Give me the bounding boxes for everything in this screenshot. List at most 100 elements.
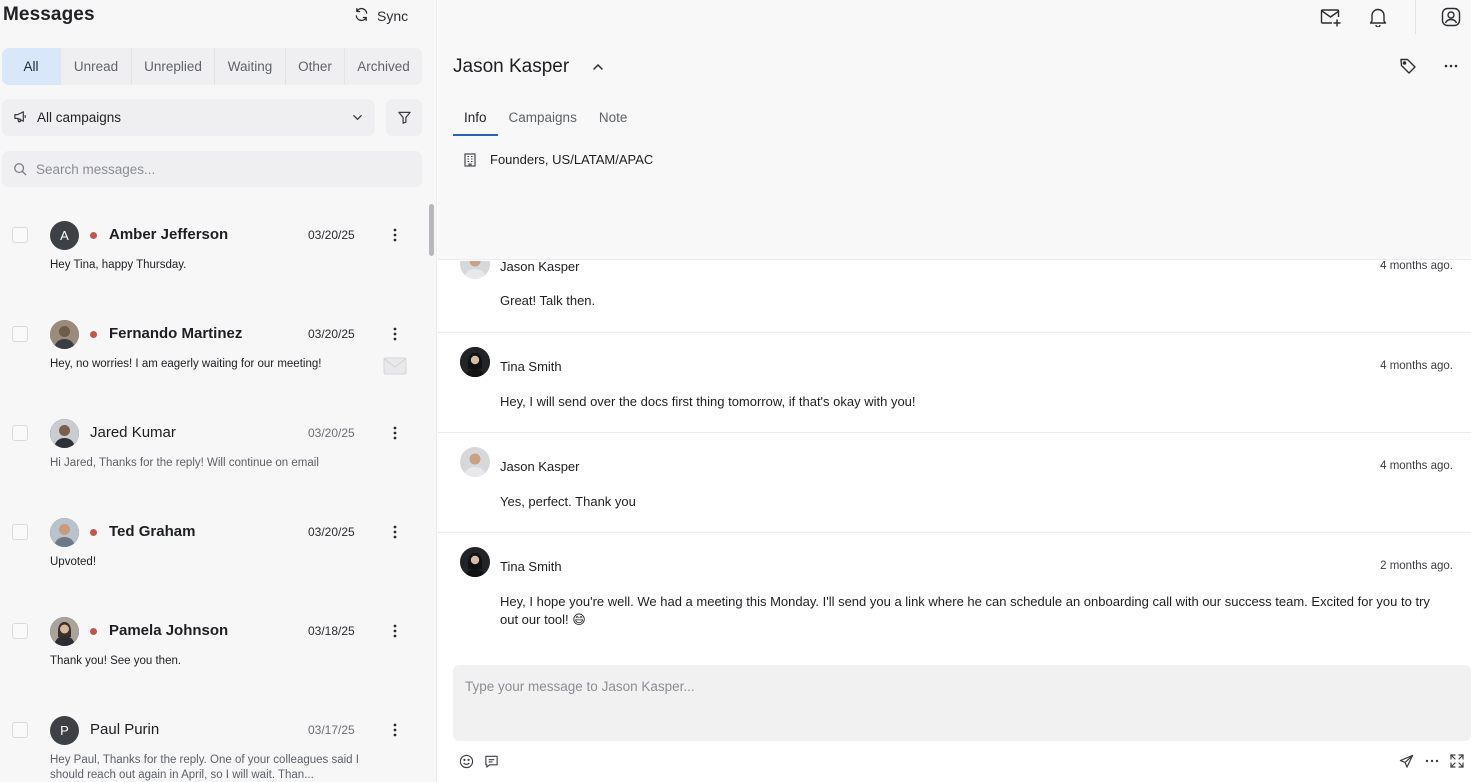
- message: Tina Smith 2 months ago. Hey, I hope you…: [438, 533, 1471, 650]
- sync-button[interactable]: Sync: [354, 7, 408, 25]
- tab-campaigns[interactable]: Campaigns: [498, 108, 588, 136]
- top-bar: [438, 0, 1471, 36]
- avatar: [50, 617, 79, 646]
- person-photo-icon: [50, 419, 79, 448]
- contact-name: Jared Kumar: [90, 424, 176, 441]
- person-photo-icon: [460, 447, 490, 477]
- message-snippet: Upvoted!: [50, 556, 97, 568]
- conversation-item[interactable]: Jared Kumar 03/20/25 Hi Jared, Thanks fo…: [0, 398, 428, 497]
- message-composer: [453, 665, 1471, 741]
- chevron-up-icon[interactable]: [591, 60, 605, 74]
- tab-other[interactable]: Other: [286, 48, 345, 85]
- message-snippet: Hi Jared, Thanks for the reply! Will con…: [50, 457, 319, 469]
- message-time: 4 months ago.: [1380, 261, 1453, 272]
- more-options-button[interactable]: [387, 621, 403, 641]
- more-composer-options[interactable]: [1424, 753, 1440, 769]
- chat-bubble-icon: [484, 755, 498, 768]
- chevron-down-icon: [353, 114, 362, 121]
- unread-dot: [90, 232, 97, 239]
- person-photo-icon: [460, 347, 490, 377]
- user-circle-icon: [1441, 7, 1461, 27]
- more-options-button[interactable]: [387, 522, 403, 542]
- tab-unreplied[interactable]: Unreplied: [132, 48, 215, 85]
- sidebar-header: Messages Sync: [0, 0, 437, 32]
- avatar: [50, 518, 79, 547]
- select-checkbox[interactable]: [12, 722, 28, 738]
- sync-label: Sync: [377, 8, 409, 24]
- expand-icon: [1450, 754, 1464, 768]
- contact-name: Amber Jefferson: [109, 226, 229, 243]
- select-checkbox[interactable]: [12, 524, 28, 540]
- select-checkbox[interactable]: [12, 326, 28, 342]
- campaign-dropdown[interactable]: All campaigns: [2, 99, 375, 136]
- compose-mail-button[interactable]: [1320, 6, 1342, 28]
- campaign-dropdown-value: All campaigns: [37, 110, 122, 125]
- message-text: Hey, I will send over the docs first thi…: [500, 394, 916, 409]
- search-input[interactable]: [36, 161, 396, 177]
- message-input[interactable]: [453, 665, 1471, 741]
- conversation-pane: Jason Kasper Info Campaigns Note Founder…: [438, 0, 1471, 782]
- select-checkbox[interactable]: [12, 425, 28, 441]
- emoji-button[interactable]: [458, 753, 474, 769]
- sender-name: Tina Smith: [500, 359, 562, 374]
- tab-note[interactable]: Note: [588, 108, 639, 136]
- avatar: [50, 320, 79, 349]
- kebab-menu-icon: [393, 228, 397, 242]
- message: Jason Kasper 4 months ago. Yes, perfect.…: [438, 433, 1471, 533]
- conversation-date: 03/20/25: [308, 228, 355, 242]
- conversation-item[interactable]: Pamela Johnson 03/18/25 Thank you! See y…: [0, 596, 428, 695]
- template-button[interactable]: [483, 753, 499, 769]
- person-photo-icon: [460, 547, 490, 577]
- search-icon: [14, 163, 27, 176]
- message: Tina Smith 4 months ago. Hey, I will sen…: [438, 333, 1471, 433]
- select-checkbox[interactable]: [12, 623, 28, 639]
- more-options-button[interactable]: [1442, 57, 1460, 75]
- person-photo-icon: [50, 518, 79, 547]
- tab-waiting[interactable]: Waiting: [215, 48, 286, 85]
- more-options-button[interactable]: [387, 423, 403, 443]
- app-window: Messages Sync All Unread Unreplied Waiti…: [0, 0, 1471, 782]
- conversation-item[interactable]: Fernando Martinez 03/20/25 Hey, no worri…: [0, 299, 428, 398]
- list-scrollbar[interactable]: [429, 204, 434, 256]
- contact-name: Pamela Johnson: [109, 622, 229, 639]
- mail-plus-icon: [1320, 9, 1341, 27]
- conversation-item[interactable]: Ted Graham 03/20/25 Upvoted!: [0, 497, 428, 596]
- tab-all[interactable]: All: [2, 48, 61, 85]
- kebab-menu-icon: [393, 624, 397, 638]
- expand-button[interactable]: [1449, 753, 1465, 769]
- tab-info[interactable]: Info: [453, 108, 498, 136]
- conversation-item[interactable]: P Paul Purin 03/17/25 Hey Paul, Thanks f…: [0, 695, 428, 782]
- avatar: [460, 347, 490, 377]
- company-info: Founders, US/LATAM/APAC: [464, 152, 653, 167]
- send-button[interactable]: [1398, 753, 1414, 769]
- more-options-button[interactable]: [387, 324, 403, 344]
- contact-name: Paul Purin: [90, 721, 160, 738]
- account-button[interactable]: [1440, 6, 1462, 28]
- avatar: [460, 261, 490, 279]
- refresh-icon: [354, 7, 369, 25]
- contact-tabs: Info Campaigns Note: [453, 108, 638, 136]
- kebab-menu-icon: [393, 426, 397, 440]
- message-snippet: Thank you! See you then.: [50, 655, 182, 667]
- message-time: 4 months ago.: [1380, 460, 1453, 472]
- filter-button[interactable]: [386, 99, 422, 136]
- more-options-button[interactable]: [387, 720, 403, 740]
- conversation-date: 03/20/25: [308, 327, 355, 341]
- notifications-button[interactable]: [1367, 6, 1389, 28]
- company-label: Founders, US/LATAM/APAC: [490, 152, 654, 167]
- unread-dot: [90, 628, 97, 635]
- search-box: [2, 151, 422, 187]
- contact-name-heading: Jason Kasper: [453, 56, 570, 77]
- tab-unread[interactable]: Unread: [61, 48, 132, 85]
- conversation-item[interactable]: A Amber Jefferson 03/20/25 Hey Tina, hap…: [0, 200, 428, 299]
- message-time: 4 months ago.: [1380, 360, 1453, 372]
- message-time: 2 months ago.: [1380, 560, 1453, 572]
- building-icon: [464, 152, 476, 167]
- kebab-menu-icon: [393, 327, 397, 341]
- divider: [1415, 0, 1416, 34]
- more-options-button[interactable]: [387, 225, 403, 245]
- tag-icon[interactable]: [1399, 57, 1417, 75]
- contact-name: Ted Graham: [109, 523, 196, 540]
- tab-archived[interactable]: Archived: [345, 48, 422, 85]
- select-checkbox[interactable]: [12, 227, 28, 243]
